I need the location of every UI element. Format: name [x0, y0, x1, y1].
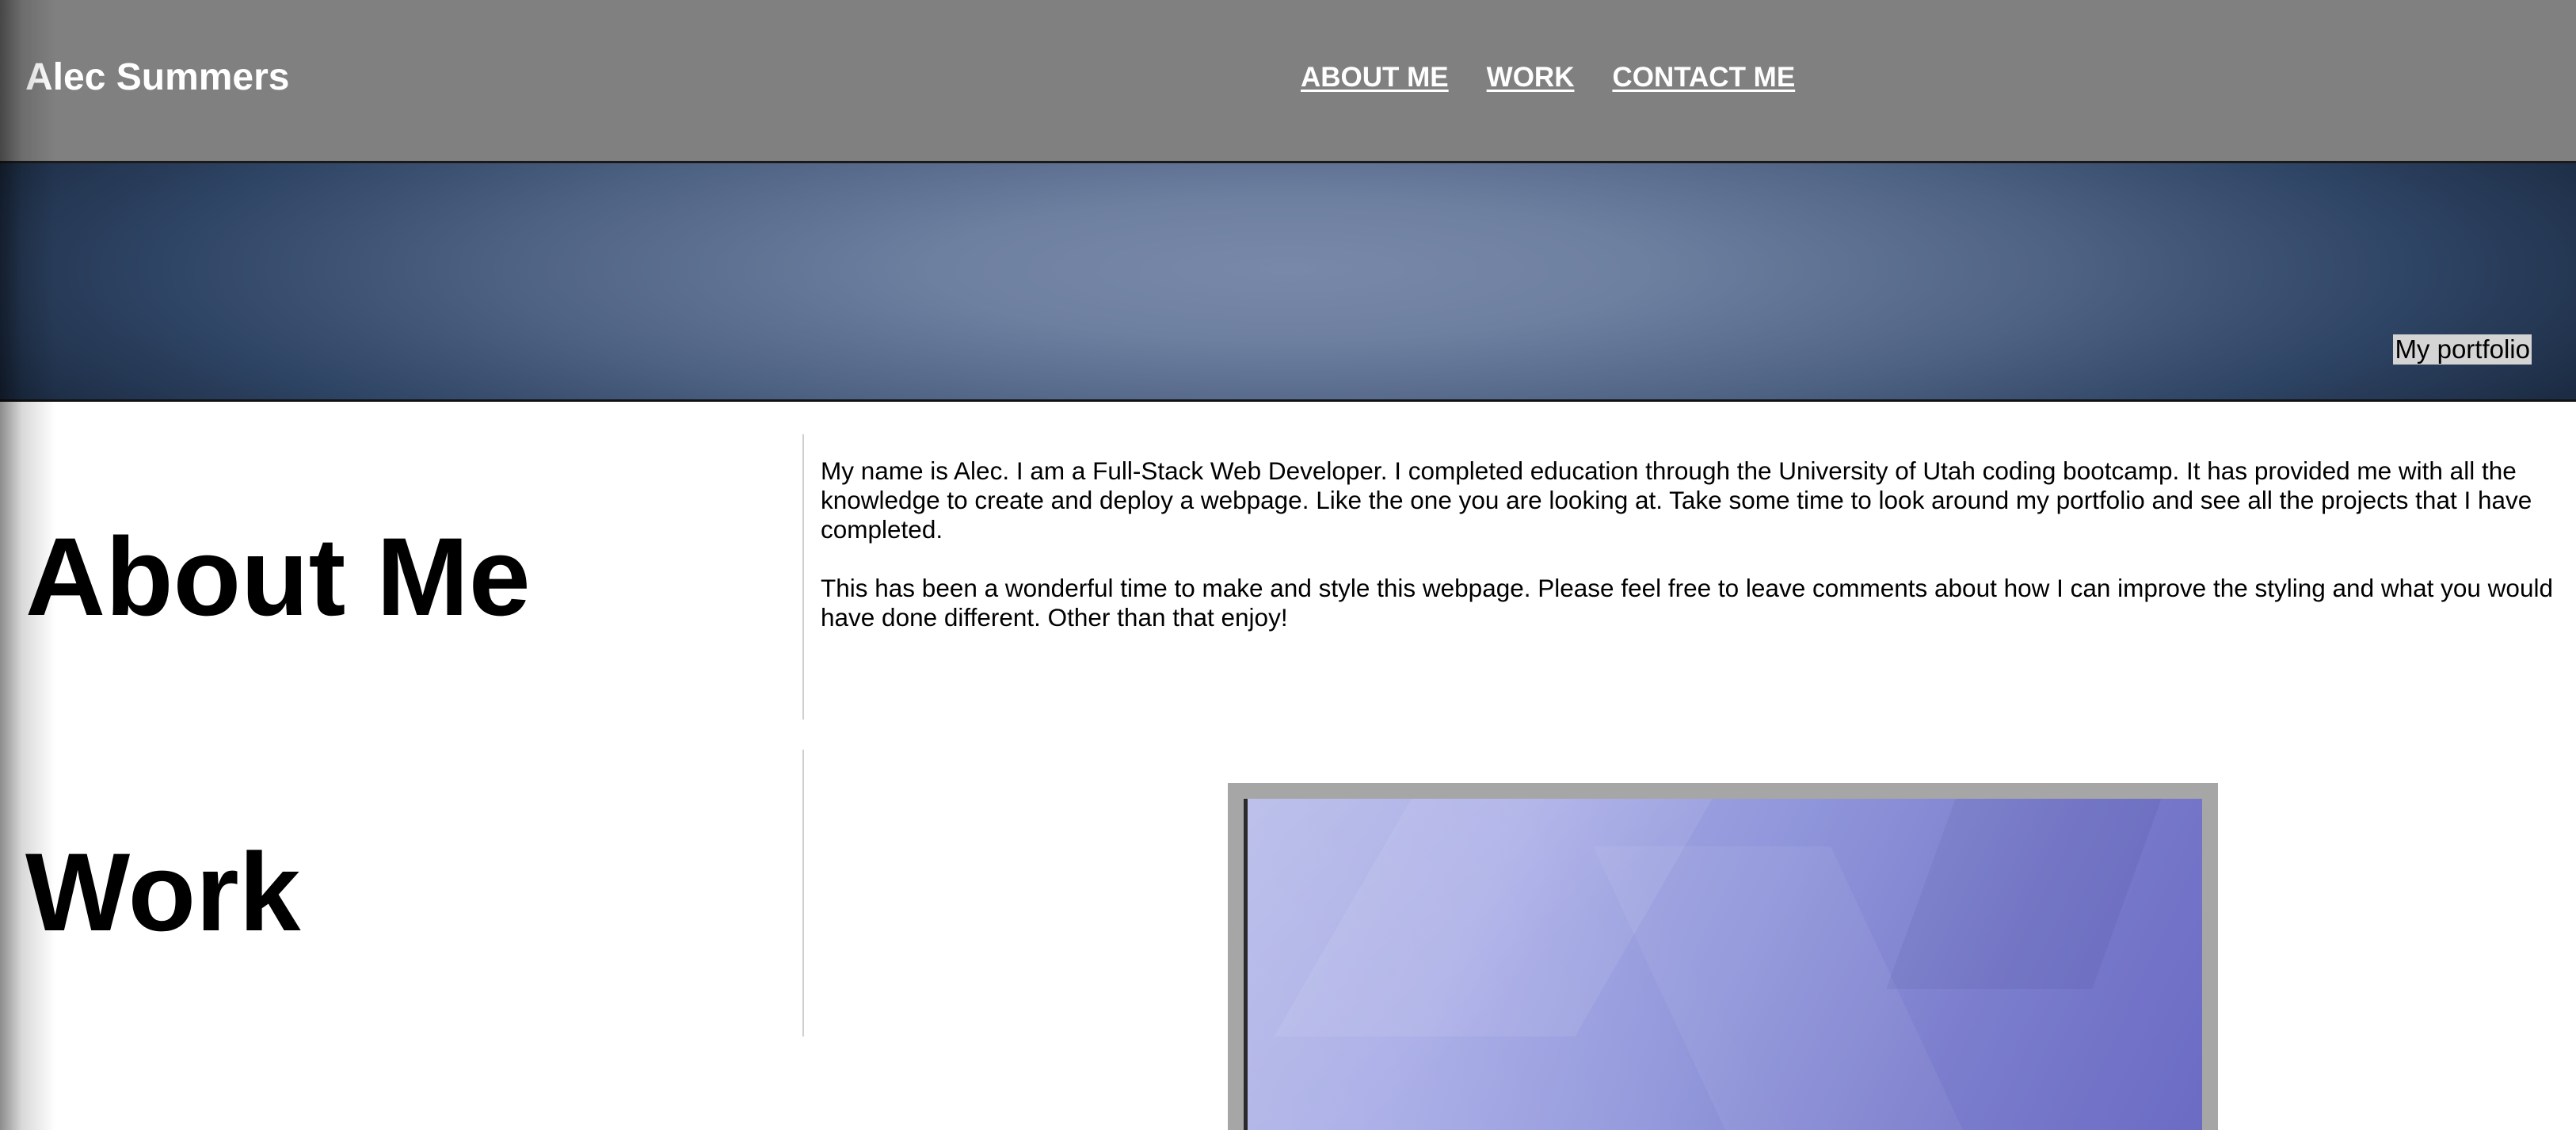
portfolio-page: Alec Summers ABOUT ME WORK CONTACT ME My…	[0, 0, 2576, 1130]
project-card[interactable]	[1228, 783, 2218, 1130]
about-paragraph: This has been a wonderful time to make a…	[821, 574, 2553, 632]
about-paragraph: My name is Alec. I am a Full-Stack Web D…	[821, 456, 2532, 544]
site-title: Alec Summers	[25, 56, 290, 98]
about-heading: About Me	[25, 514, 531, 639]
work-section: Work	[0, 750, 2576, 1130]
hero-badge: My portfolio	[2393, 334, 2532, 365]
nav-link-about-me[interactable]: ABOUT ME	[1301, 59, 1449, 97]
work-divider	[802, 750, 804, 1036]
work-heading: Work	[25, 830, 301, 954]
nav-link-work[interactable]: WORK	[1487, 59, 1575, 97]
about-text: My name is Alec. I am a Full-Stack Web D…	[821, 456, 2555, 662]
nav-link-contact-me[interactable]: CONTACT ME	[1612, 59, 1795, 97]
about-section: About Me My name is Alec. I am a Full-St…	[0, 434, 2576, 720]
image-facet	[1886, 799, 2162, 989]
hero-banner: My portfolio	[0, 163, 2576, 402]
project-image[interactable]	[1244, 799, 2202, 1130]
main-nav: ABOUT ME WORK CONTACT ME	[1301, 59, 1795, 97]
about-divider	[802, 434, 804, 720]
site-header: Alec Summers ABOUT ME WORK CONTACT ME	[0, 0, 2576, 163]
